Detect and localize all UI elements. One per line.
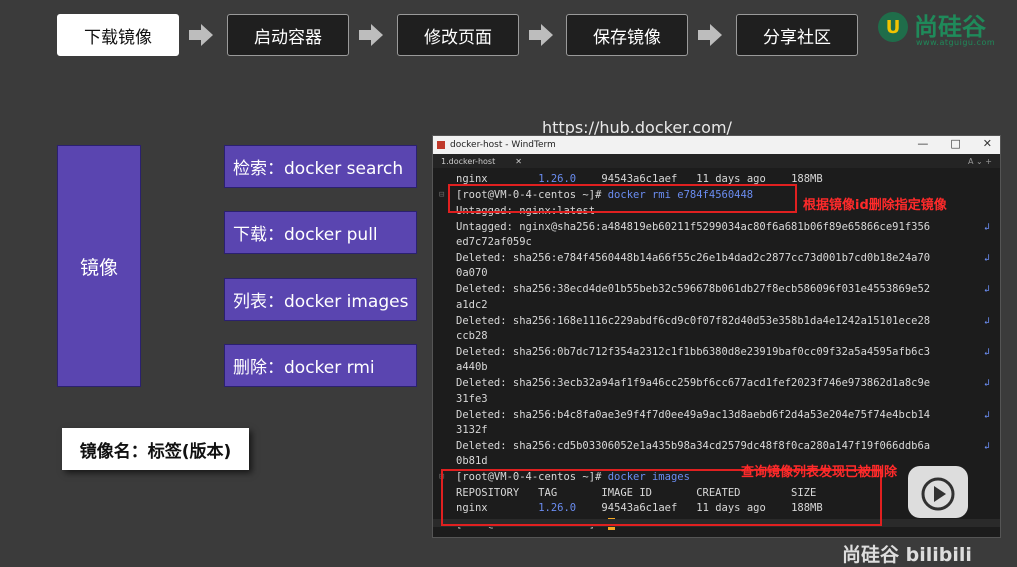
terminal-line: Deleted: sha256:168e1116c229abdf6cd9c0f0… [456,315,931,327]
terminal-line: Deleted: sha256:0b7dc712f354a2312c1f1bb6… [456,346,931,358]
close-icon[interactable]: ✕ [983,137,992,150]
tab-menu-icon[interactable]: A ⌄ + [968,157,992,166]
arrow-right-icon [359,24,383,46]
cmd-pull: 下载：docker pull [224,211,417,254]
fold-icon[interactable]: ⊟ [439,190,444,200]
atguigu-logo: U 尚硅谷 www.atguigu.com [878,12,995,47]
app-icon [437,141,445,149]
wrap-icon: ↲ [983,347,990,358]
play-button-icon[interactable] [908,466,968,518]
tab-close-icon[interactable]: ✕ [515,157,522,166]
terminal-line: Deleted: sha256:b4c8fa0ae3e9f4f7d0ee49a9… [456,409,931,421]
cmd-images: 列表：docker images [224,278,417,321]
terminal-line: Deleted: sha256:38ecd4de01b55beb32c59667… [456,283,931,295]
delete-annotation: 根据镜像id删除指定镜像 [803,198,947,213]
wrap-icon: ↲ [983,316,990,327]
flow-step-modify-page: 修改页面 [397,14,519,56]
terminal-line: 0b81d [456,455,488,467]
terminal-line: Untagged: nginx@sha256:a484819eb60211f52… [456,221,931,233]
terminal-line: ed7c72af059c [456,236,532,248]
window-title: docker-host - WindTerm [450,140,556,150]
image-concept-box: 镜像 [57,145,141,387]
query-annotation: 查询镜像列表发现已被删除 [741,465,898,480]
wrap-icon: ↲ [983,253,990,264]
terminal-line: 31fe3 [456,393,488,405]
wrap-icon: ↲ [983,441,990,452]
wrap-icon: ↲ [983,222,990,233]
wrap-icon: ↲ [983,378,990,389]
wrap-icon: ↲ [983,410,990,421]
tab-docker-host[interactable]: 1.docker-host [441,157,495,166]
terminal-line: Deleted: sha256:e784f4560448b14a66f55c26… [456,252,931,264]
image-tag-label: 镜像名：标签(版本) [62,428,249,470]
terminal-line: 3132f [456,424,488,436]
wrap-icon: ↲ [983,284,990,295]
maximize-icon[interactable]: □ [950,137,960,150]
terminal-line: a1dc2 [456,299,488,311]
terminal-line: Deleted: sha256:cd5b03306052e1a435b98a34… [456,440,931,452]
tab-bar: 1.docker-host ✕ A ⌄ + [433,154,1000,168]
logo-badge: U [878,12,908,42]
arrow-right-icon [189,24,213,46]
minimize-icon[interactable]: — [917,137,928,150]
cmd-search: 检索：docker search [224,145,417,188]
rmi-highlight-box [448,184,797,213]
terminal-line: Deleted: sha256:3ecb32a94af1f9a46cc259bf… [456,377,931,389]
flow-step-download: 下载镜像 [57,14,179,56]
flow-step-start-container: 启动容器 [227,14,349,56]
window-titlebar[interactable]: docker-host - WindTerm — □ ✕ [433,136,1000,154]
arrow-right-icon [529,24,553,46]
arrow-right-icon [698,24,722,46]
terminal-line: a440b [456,361,488,373]
terminal-line: 0a070 [456,267,488,279]
logo-url: www.atguigu.com [916,38,996,47]
flow-step-share: 分享社区 [736,14,858,56]
cmd-rmi: 删除：docker rmi [224,344,417,387]
logo-name: 尚硅谷 [914,13,986,41]
terminal-line: ccb28 [456,330,488,342]
play-icon [921,477,955,511]
flow-step-save-image: 保存镜像 [566,14,688,56]
